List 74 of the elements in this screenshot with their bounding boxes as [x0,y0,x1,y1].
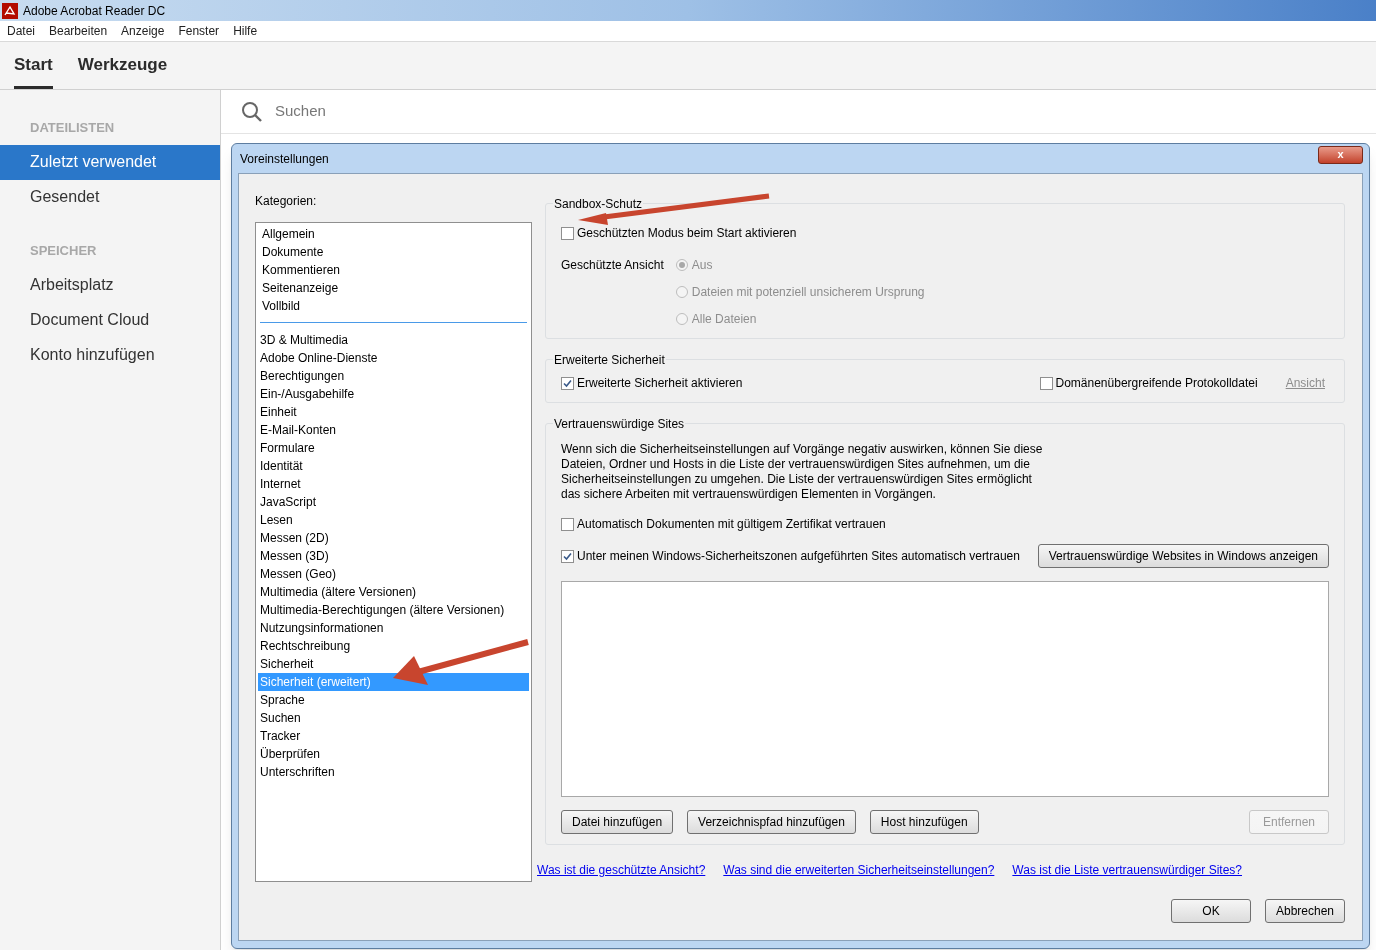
checkbox-label: Unter meinen Windows-Sicherheitszonen aufgeführten Sites automatisch vertrauen [577,548,1020,565]
checkbox[interactable] [561,549,574,563]
radio-label: Dateien mit potenziell unsicherem Ursprung [691,284,925,301]
category-item[interactable]: Messen (Geo) [258,565,529,583]
category-item[interactable]: Seitenanzeige [260,279,527,297]
menu-item[interactable]: Hilfe [233,22,258,40]
check-icon [563,551,572,561]
category-item[interactable]: E-Mail-Konten [258,421,529,439]
help-link[interactable]: Was sind die erweiterten Sicherheitseinstellungen? [723,861,995,879]
section-heading: DATEILISTEN [29,119,116,137]
search-field[interactable]: Suchen [221,90,1376,134]
sidebar-item[interactable]: Document Cloud [0,302,220,337]
check-icon [563,378,572,388]
dialog-button[interactable]: OK [1171,899,1251,923]
section-heading: SPEICHER [29,241,98,260]
category-item[interactable]: Formulare [258,439,529,457]
category-item[interactable]: Multimedia (ältere Versionen) [258,583,529,601]
checkbox[interactable] [1039,376,1053,390]
category-item[interactable]: Nutzungsinformationen [258,619,529,637]
dialog-button[interactable]: Host hinzufügen [869,810,979,834]
category-item[interactable]: Kommentieren [260,261,527,279]
category-item[interactable]: Multimedia-Berechtigungen (ältere Versionen) [258,601,529,619]
category-item[interactable]: Sicherheit [258,655,529,673]
category-item[interactable]: Vollbild [260,297,527,315]
checkbox[interactable] [561,376,574,390]
dialog-button[interactable]: Datei hinzufügen [561,810,674,834]
checkbox-label: Erweiterte Sicherheit aktivieren [577,375,743,392]
category-item[interactable]: Rechtschreibung [258,637,529,655]
help-link[interactable]: Was ist die geschützte Ansicht? [537,861,706,879]
category-item[interactable]: Lesen [258,511,529,529]
category-item[interactable]: Ein-/Ausgabehilfe [258,385,529,403]
category-item[interactable]: Berechtigungen [258,367,529,385]
category-item[interactable]: Dokumente [260,243,527,261]
window-title: Adobe Acrobat Reader DC [23,2,166,20]
sidebar-item[interactable]: Gesendet [0,179,220,215]
nav-tab[interactable]: Werkzeuge [77,51,168,89]
category-item[interactable]: Unterschriften [258,763,529,781]
checkbox[interactable] [561,226,574,240]
checkbox[interactable] [561,517,574,531]
sidebar-item[interactable]: Arbeitsplatz [0,267,220,302]
category-item[interactable]: Messen (3D) [258,547,529,565]
category-item[interactable]: JavaScript [258,493,529,511]
category-item[interactable]: Internet [258,475,529,493]
field-label: Geschützte Ansicht [561,257,664,274]
sidebar-item[interactable]: Konto hinzufügen [0,337,220,372]
category-item[interactable]: Einheit [258,403,529,421]
description-text: Wenn sich die Sicherheitseinstellungen auf Vorgänge negativ auswirken, können Sie diese Dateien, Ordner und Hosts in die Liste der vertrauenswürdigen Sites aufnehmen, um die Sicherheitseinstellungen zu umgehen. Die Liste der vertrauenswürdigen Sites ermöglicht das sichere Arbeiten mit vertrauenswürdigen Elementen in Vorgängen. [561,442,1044,502]
category-item[interactable]: Tracker [258,727,529,745]
dialog-title: Voreinstellungen [240,150,329,168]
categories-label: Kategorien: [255,193,318,210]
dialog-button[interactable]: Vertrauenswürdige Websites in Windows anzeigen [1037,544,1329,568]
category-item[interactable]: Identität [258,457,529,475]
category-item[interactable]: Überprüfen [258,745,529,763]
category-item[interactable]: Sprache [258,691,529,709]
category-item[interactable]: 3D & Multimedia [258,331,529,349]
pdf-logo-icon [2,2,18,19]
category-item[interactable]: Suchen [258,709,529,727]
category-item[interactable]: Allgemein [260,225,527,243]
radio-label: Alle Dateien [691,311,757,328]
dialog-button[interactable]: Verzeichnispfad hinzufügen [687,810,856,834]
checkbox-label: Domänenübergreifende Protokolldatei [1055,375,1258,392]
menu-item[interactable]: Fenster [178,22,220,40]
help-link[interactable]: Was ist die Liste vertrauenswürdiger Sites? [1012,861,1242,879]
category-item[interactable]: Adobe Online-Dienste [258,349,529,367]
search-icon [241,100,263,123]
menu-item[interactable]: Datei [7,22,35,40]
sidebar-item[interactable]: Zuletzt verwendet [0,144,220,180]
menu-item[interactable]: Bearbeiten [49,22,108,40]
menu-item[interactable]: Anzeige [121,22,165,40]
radio-label: Aus [691,257,713,274]
dialog-button[interactable]: Abbrechen [1265,899,1345,923]
checkbox-label: Geschützten Modus beim Start aktivieren [577,225,797,242]
checkbox-label: Automatisch Dokumenten mit gültigem Zertifikat vertrauen [577,516,886,533]
category-item[interactable]: Messen (2D) [258,529,529,547]
